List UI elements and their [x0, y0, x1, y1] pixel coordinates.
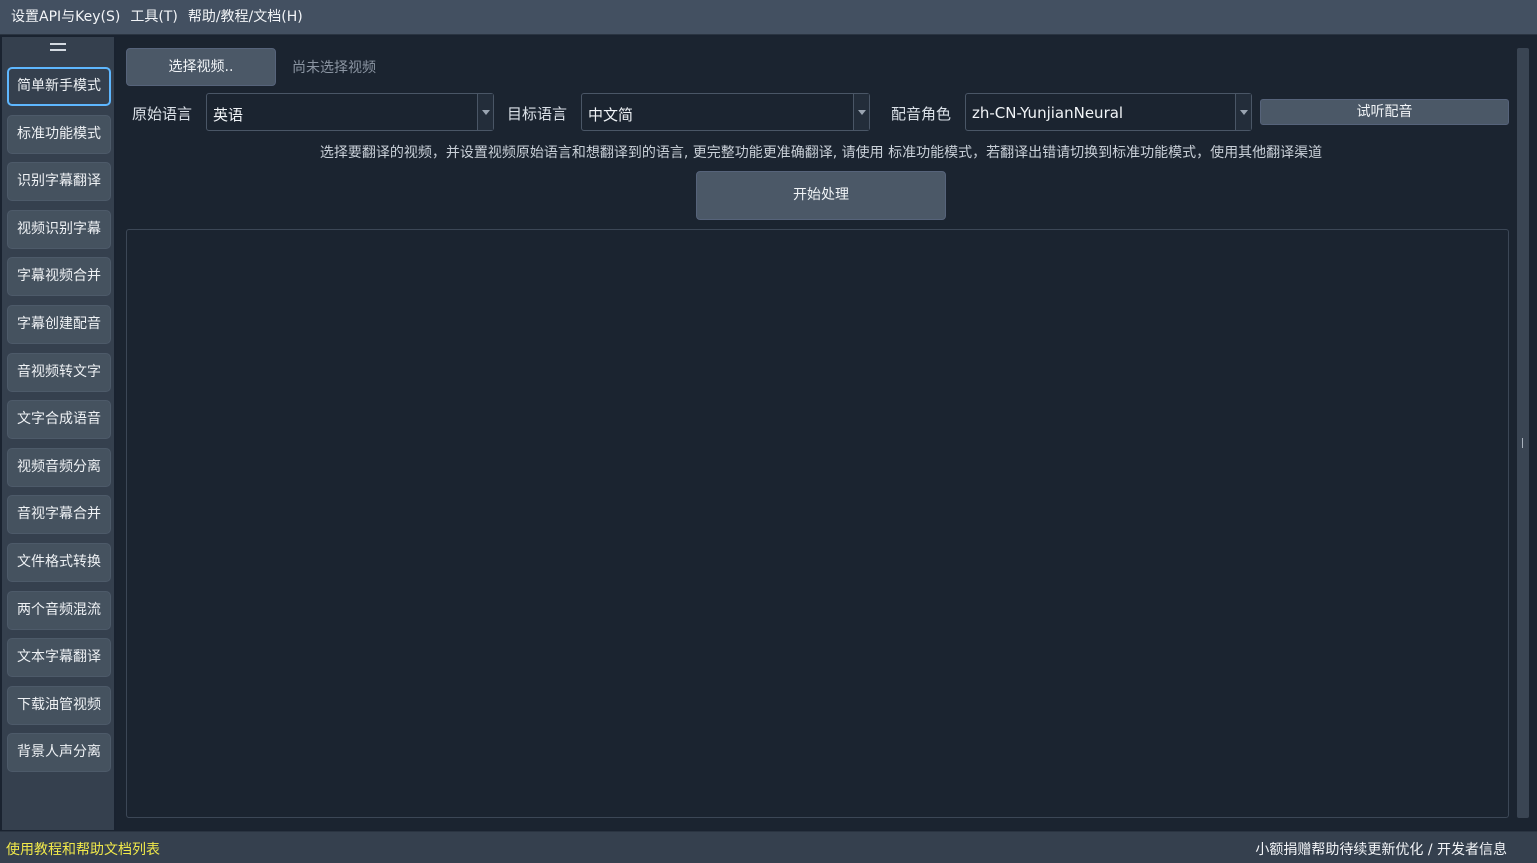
- scroll-grip-icon: [1522, 438, 1523, 448]
- sidebar-list: 简单新手模式 标准功能模式 识别字幕翻译 视频识别字幕 字幕视频合并 字幕创建配…: [7, 67, 111, 781]
- chevron-down-icon[interactable]: [853, 94, 869, 130]
- options-row: 原始语言 英语 目标语言 中文简 配音角色 zh-CN-YunjianNeura…: [116, 93, 1537, 131]
- chevron-down-icon[interactable]: [1235, 94, 1251, 130]
- sidebar-item-subtitle-translate[interactable]: 识别字幕翻译: [7, 162, 111, 202]
- sidebar-item-audio-to-text[interactable]: 音视频转文字: [7, 352, 111, 392]
- status-bar: 使用教程和帮助文档列表 小额捐赠帮助待续更新优化 / 开发者信息: [0, 831, 1537, 863]
- chevron-down-icon[interactable]: [477, 94, 493, 130]
- no-video-status: 尚未选择视频: [292, 60, 376, 76]
- app-window: 设置API与Key(S) 工具(T) 帮助/教程/文档(H) 简单新手模式 标准…: [0, 0, 1537, 863]
- menu-help[interactable]: 帮助/教程/文档(H): [183, 0, 308, 35]
- target-language-value: 中文简: [588, 106, 634, 124]
- voice-role-label: 配音角色: [891, 105, 952, 123]
- sidebar-item-text-to-speech[interactable]: 文字合成语音: [7, 400, 111, 440]
- vertical-scrollbar[interactable]: [1517, 48, 1529, 818]
- preview-voice-button[interactable]: 试听配音: [1260, 99, 1509, 125]
- sidebar-toggle-icon[interactable]: [50, 43, 66, 51]
- source-language-label: 原始语言: [132, 105, 193, 123]
- sidebar-item-format-convert[interactable]: 文件格式转换: [7, 542, 111, 582]
- sidebar-item-simple-mode[interactable]: 简单新手模式: [7, 67, 111, 106]
- target-language-select[interactable]: 中文简: [581, 93, 870, 131]
- sidebar-item-video-recognize[interactable]: 视频识别字幕: [7, 209, 111, 249]
- target-language-label: 目标语言: [507, 105, 568, 123]
- select-video-button[interactable]: 选择视频..: [126, 48, 276, 86]
- sidebar-item-audio-separate[interactable]: 视频音频分离: [7, 447, 111, 487]
- voice-role-value: zh-CN-YunjianNeural: [972, 104, 1124, 122]
- sidebar-item-text-subtitle-translate[interactable]: 文本字幕翻译: [7, 638, 111, 678]
- sidebar-item-audio-mix[interactable]: 两个音频混流: [7, 590, 111, 630]
- help-docs-link[interactable]: 使用教程和帮助文档列表: [6, 839, 160, 859]
- sidebar-item-download-youtube[interactable]: 下载油管视频: [7, 685, 111, 725]
- menu-bar: 设置API与Key(S) 工具(T) 帮助/教程/文档(H): [0, 0, 1537, 35]
- menu-settings-api[interactable]: 设置API与Key(S): [6, 0, 125, 35]
- sidebar: 简单新手模式 标准功能模式 识别字幕翻译 视频识别字幕 字幕视频合并 字幕创建配…: [2, 37, 114, 830]
- menu-tools[interactable]: 工具(T): [125, 0, 182, 35]
- hint-text: 选择要翻译的视频，并设置视频原始语言和想翻译到的语言, 更完整功能更准确翻译, …: [319, 145, 1323, 161]
- main-panel: 选择视频.. 尚未选择视频 原始语言 英语 目标语言 中文简 配音角色 zh-C…: [116, 37, 1537, 830]
- sidebar-item-av-subtitle-merge[interactable]: 音视字幕合并: [7, 495, 111, 535]
- donate-developer-link[interactable]: 小额捐赠帮助待续更新优化 / 开发者信息: [1255, 839, 1507, 859]
- log-output-area[interactable]: [126, 229, 1509, 818]
- sidebar-item-subtitle-video-merge[interactable]: 字幕视频合并: [7, 257, 111, 297]
- sidebar-item-standard-mode[interactable]: 标准功能模式: [7, 114, 111, 154]
- sidebar-item-vocal-separate[interactable]: 背景人声分离: [7, 733, 111, 773]
- source-language-select[interactable]: 英语: [206, 93, 494, 131]
- voice-role-select[interactable]: zh-CN-YunjianNeural: [965, 93, 1252, 131]
- sidebar-item-subtitle-dubbing[interactable]: 字幕创建配音: [7, 304, 111, 344]
- source-language-value: 英语: [213, 106, 244, 124]
- start-processing-button[interactable]: 开始处理: [696, 171, 946, 220]
